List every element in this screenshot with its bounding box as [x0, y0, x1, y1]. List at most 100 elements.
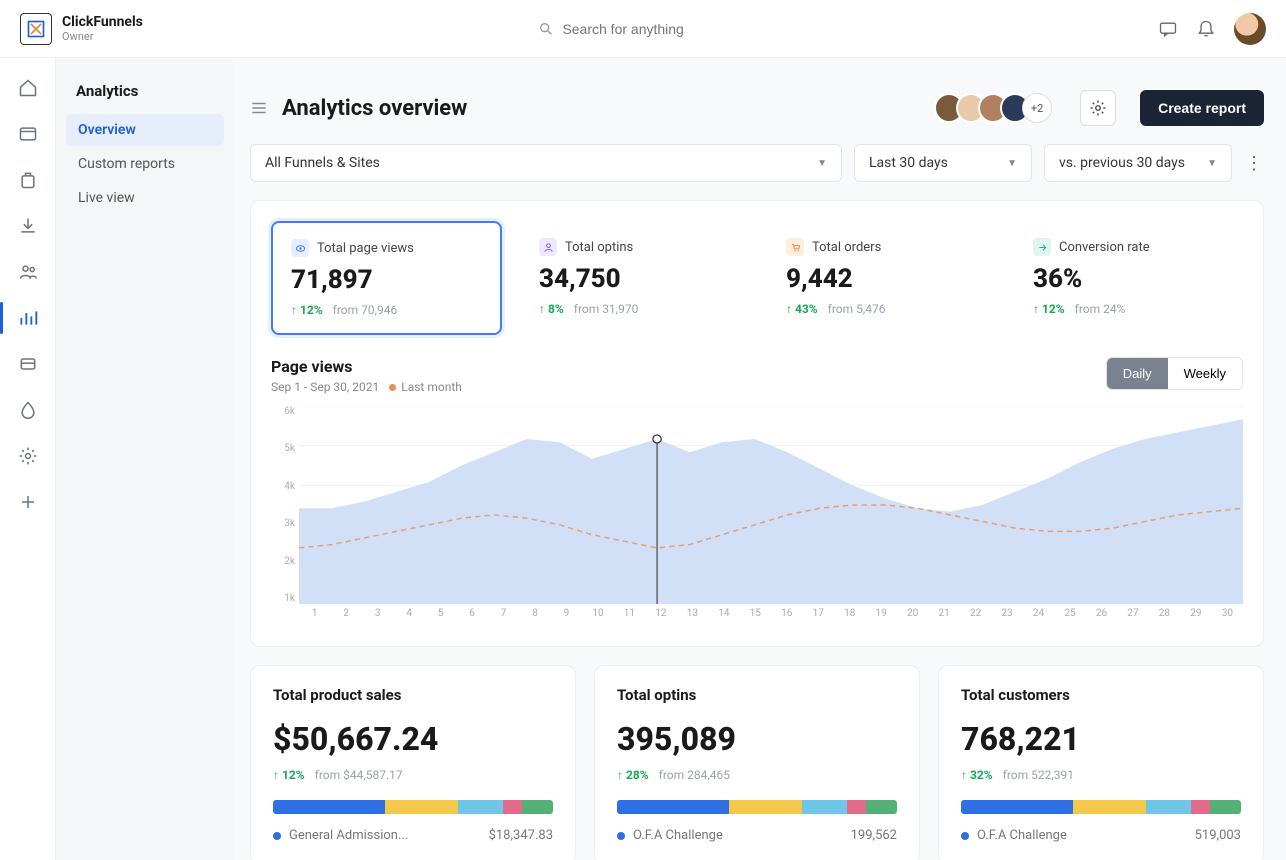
- card-title: Total product sales: [273, 686, 553, 704]
- brand[interactable]: ClickFunnels Owner: [20, 13, 143, 45]
- period-select[interactable]: Last 30 days ▼: [854, 144, 1032, 182]
- filter-more-icon[interactable]: ⋮: [1244, 153, 1264, 174]
- avatar-more[interactable]: +2: [1022, 93, 1052, 123]
- x-tick: 24: [1023, 608, 1054, 626]
- chevron-down-icon: ▼: [1007, 158, 1017, 169]
- settings-button[interactable]: [1080, 90, 1116, 126]
- x-tick: 13: [677, 608, 708, 626]
- nav-marketing-icon[interactable]: [16, 398, 40, 422]
- kpi-value: 9,442: [786, 264, 977, 294]
- cart-icon: [786, 238, 804, 256]
- nav-orders-icon[interactable]: [16, 352, 40, 376]
- period-select-label: Last 30 days: [869, 155, 948, 171]
- secondary-nav-overview[interactable]: Overview: [66, 114, 224, 146]
- chart-date-range: Sep 1 - Sep 30, 2021: [271, 380, 379, 394]
- arrow-up-icon: ↑: [617, 768, 623, 782]
- compare-select-label: vs. previous 30 days: [1059, 155, 1185, 171]
- chart-toggle: Daily Weekly: [1106, 357, 1243, 390]
- messages-icon[interactable]: [1158, 19, 1178, 39]
- card-title: Total customers: [961, 686, 1241, 704]
- card-title: Total optins: [617, 686, 897, 704]
- breakdown-name: O.F.A Challenge: [633, 828, 843, 843]
- secondary-nav-title: Analytics: [66, 82, 224, 114]
- nav-add-icon[interactable]: [16, 490, 40, 514]
- brand-logo-icon: [20, 13, 52, 45]
- kpi-label: Total optins: [565, 240, 633, 255]
- chart-header: Page views Sep 1 - Sep 30, 2021 Last mon…: [271, 357, 1243, 394]
- main-content: Analytics overview +2 Create report All …: [234, 58, 1286, 860]
- secondary-nav-live-view[interactable]: Live view: [66, 182, 224, 214]
- compare-select[interactable]: vs. previous 30 days▼: [1044, 144, 1232, 182]
- kpi-value: 34,750: [539, 264, 730, 294]
- nav-products-icon[interactable]: [16, 168, 40, 192]
- kpi-from: from 70,946: [333, 303, 398, 317]
- card-value: $50,667.24: [273, 720, 553, 758]
- kpi-from: from 31,970: [574, 302, 639, 316]
- user-icon: [539, 238, 557, 256]
- kpi-delta: ↑ 12%: [1033, 302, 1065, 316]
- icon-rail: [0, 58, 56, 860]
- x-tick: 12: [645, 608, 676, 626]
- y-tick: 6k: [271, 406, 295, 417]
- x-tick: 26: [1086, 608, 1117, 626]
- breakdown-row: O.F.A Challenge199,562: [617, 828, 897, 843]
- gear-icon: [1089, 99, 1107, 117]
- x-tick: 14: [708, 608, 739, 626]
- nav-settings-icon[interactable]: [16, 444, 40, 468]
- search-input[interactable]: [562, 21, 762, 37]
- summary-card: Total optins 395,089 ↑ 28%from 284,465 O…: [594, 665, 920, 860]
- secondary-nav-custom-reports[interactable]: Custom reports: [66, 148, 224, 180]
- y-tick: 3k: [271, 518, 295, 529]
- kpi-label: Conversion rate: [1059, 240, 1150, 255]
- card-value: 768,221: [961, 720, 1241, 758]
- kpi-from: from 24%: [1075, 302, 1126, 316]
- funnels-select[interactable]: All Funnels & Sites▼: [250, 144, 842, 182]
- legend-dot-icon: [961, 832, 969, 840]
- segment-bar: [273, 800, 553, 814]
- x-tick: 7: [488, 608, 519, 626]
- breakdown-value: 519,003: [1195, 828, 1241, 843]
- chart-area[interactable]: 6k5k4k3k2k1k 123456789101112131415161718…: [271, 406, 1243, 626]
- arrow-up-icon: ↑: [961, 768, 967, 782]
- x-tick: 16: [771, 608, 802, 626]
- kpi-card[interactable]: Conversion rate 36% ↑ 12%from 24%: [1014, 221, 1243, 335]
- secondary-nav: Analytics Overview Custom reports Live v…: [56, 58, 234, 860]
- x-tick: 22: [960, 608, 991, 626]
- menu-toggle-icon[interactable]: [250, 99, 268, 117]
- notifications-icon[interactable]: [1196, 19, 1216, 39]
- toggle-daily[interactable]: Daily: [1107, 358, 1168, 389]
- x-tick: 5: [425, 608, 456, 626]
- card-from: from 522,391: [1003, 768, 1074, 782]
- x-tick: 2: [330, 608, 361, 626]
- x-tick: 17: [803, 608, 834, 626]
- card-delta: ↑ 12%: [273, 768, 305, 782]
- topbar: ClickFunnels Owner: [0, 0, 1286, 58]
- nav-sites-icon[interactable]: [16, 122, 40, 146]
- legend-dot-icon: [389, 384, 396, 391]
- breakdown-name: General Admission...: [289, 828, 481, 843]
- y-tick: 2k: [271, 556, 295, 567]
- nav-contacts-icon[interactable]: [16, 260, 40, 284]
- nav-home-icon[interactable]: [16, 76, 40, 100]
- x-tick: 6: [456, 608, 487, 626]
- user-avatar[interactable]: [1234, 13, 1266, 45]
- global-search[interactable]: [538, 21, 762, 37]
- collaborator-avatars[interactable]: +2: [934, 93, 1052, 123]
- x-tick: 21: [928, 608, 959, 626]
- kpi-card[interactable]: Total optins 34,750 ↑ 8%from 31,970: [520, 221, 749, 335]
- x-tick: 29: [1180, 608, 1211, 626]
- card-from: from 284,465: [659, 768, 730, 782]
- card-delta: ↑ 28%: [617, 768, 649, 782]
- create-report-button[interactable]: Create report: [1140, 90, 1264, 126]
- nav-analytics-icon[interactable]: [16, 306, 40, 330]
- brand-name: ClickFunnels: [62, 14, 143, 31]
- card-from: from $44,587.17: [315, 768, 403, 782]
- segment-bar: [961, 800, 1241, 814]
- kpi-label: Total page views: [317, 241, 414, 256]
- kpi-card[interactable]: Total orders 9,442 ↑ 43%from 5,476: [767, 221, 996, 335]
- x-tick: 18: [834, 608, 865, 626]
- toggle-weekly[interactable]: Weekly: [1168, 358, 1242, 389]
- nav-downloads-icon[interactable]: [16, 214, 40, 238]
- kpi-card[interactable]: Total page views 71,897 ↑ 12%from 70,946: [271, 221, 502, 335]
- summary-card: Total product sales $50,667.24 ↑ 12% from…: [250, 665, 576, 860]
